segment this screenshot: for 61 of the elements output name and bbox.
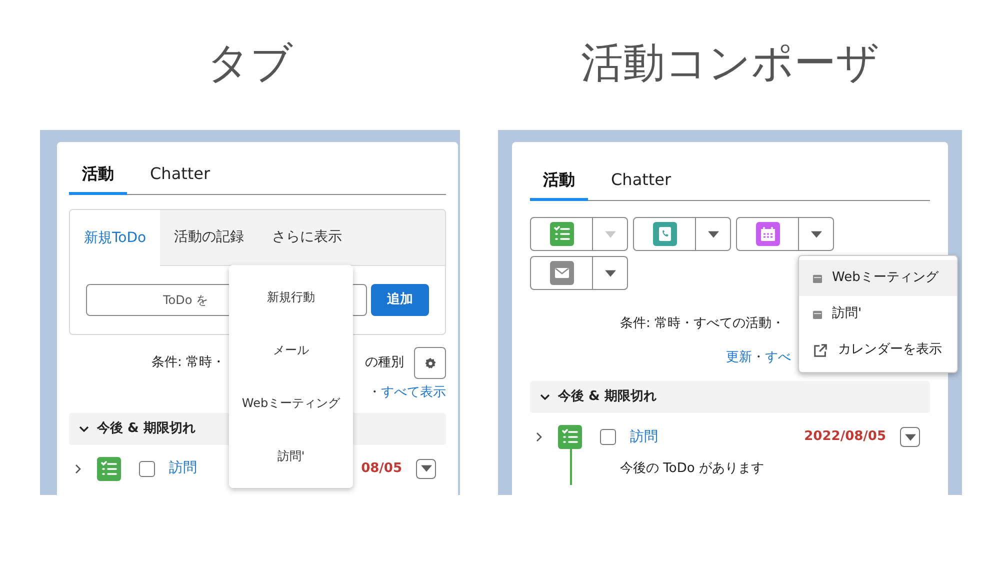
split-button[interactable] — [530, 217, 628, 251]
caret-icon — [604, 230, 616, 238]
menu-item[interactable]: Webミーティング — [799, 260, 957, 296]
chevron-icon — [79, 424, 89, 434]
tab[interactable]: さらに表示 — [258, 210, 356, 265]
envelope-icon — [550, 261, 574, 285]
external-link-icon — [813, 342, 828, 358]
heading: タブ — [206, 36, 294, 88]
row-menu-button[interactable] — [900, 427, 920, 447]
filter-text: 条件: 常時・すべての活動・ — [620, 316, 785, 331]
section-title: 今後 & 期限切れ — [97, 420, 196, 438]
task-description: 今後の ToDo があります — [620, 461, 764, 476]
section-header[interactable]: 今後 & 期限切れ — [530, 381, 930, 413]
tab[interactable]: 活動 — [530, 168, 588, 201]
filter-text: 条件: 常時・ — [151, 354, 225, 372]
task-link[interactable]: 訪問 — [169, 458, 197, 479]
due-date: 2022/08/05 — [804, 428, 886, 446]
menu-item[interactable]: カレンダーを表示 — [799, 332, 957, 368]
caret-icon — [708, 230, 718, 238]
phone-book-icon — [652, 222, 676, 246]
menu-item[interactable]: 訪問' — [799, 296, 957, 332]
separator: ・ — [368, 384, 381, 402]
separator: ・ — [752, 348, 765, 366]
view-all-link[interactable]: すべ — [765, 348, 791, 367]
row-menu-button[interactable] — [416, 458, 436, 478]
tab[interactable]: Chatter — [137, 162, 224, 195]
chevron-icon — [540, 392, 550, 402]
task-link[interactable]: 訪問 — [630, 426, 658, 448]
split-button[interactable] — [736, 217, 834, 251]
calendar-icon — [756, 222, 780, 246]
calendar-icon — [813, 274, 822, 282]
split-button[interactable] — [633, 217, 731, 251]
view-all-link[interactable]: すべて表示 — [381, 383, 446, 402]
task-list-icon — [550, 222, 574, 246]
heading: 活動コンポーザ — [580, 36, 880, 88]
section-title: 今後 & 期限切れ — [558, 388, 656, 406]
caret-icon — [604, 270, 616, 276]
due-date: 08/05 — [361, 460, 402, 478]
tab[interactable]: 活動の記録 — [160, 210, 258, 265]
caret-icon — [420, 465, 432, 472]
tab[interactable]: Chatter — [598, 168, 684, 201]
settings-button[interactable] — [414, 347, 446, 379]
chevron-icon[interactable] — [534, 431, 544, 443]
filter-text: の種別 — [365, 354, 404, 372]
menu-item[interactable]: Webミーティング — [229, 394, 353, 412]
add-button[interactable]: 追加 — [371, 284, 429, 316]
chevron-icon[interactable] — [73, 462, 83, 474]
refresh-link[interactable]: 更新 — [726, 348, 752, 367]
task-list-icon — [97, 456, 121, 480]
caret-icon — [904, 434, 916, 440]
checkbox[interactable] — [600, 429, 616, 445]
caret-icon — [810, 230, 822, 238]
menu-item[interactable]: 訪問' — [229, 446, 353, 465]
calendar-icon — [813, 310, 822, 318]
tab[interactable]: 活動 — [69, 162, 127, 195]
menu-item[interactable]: メール — [229, 341, 353, 360]
menu-item[interactable]: 新規行動 — [229, 288, 353, 306]
tab[interactable]: 新規ToDo — [70, 210, 160, 266]
split-button[interactable] — [530, 256, 628, 290]
checkbox[interactable] — [139, 460, 155, 476]
settings-icon — [424, 356, 436, 370]
